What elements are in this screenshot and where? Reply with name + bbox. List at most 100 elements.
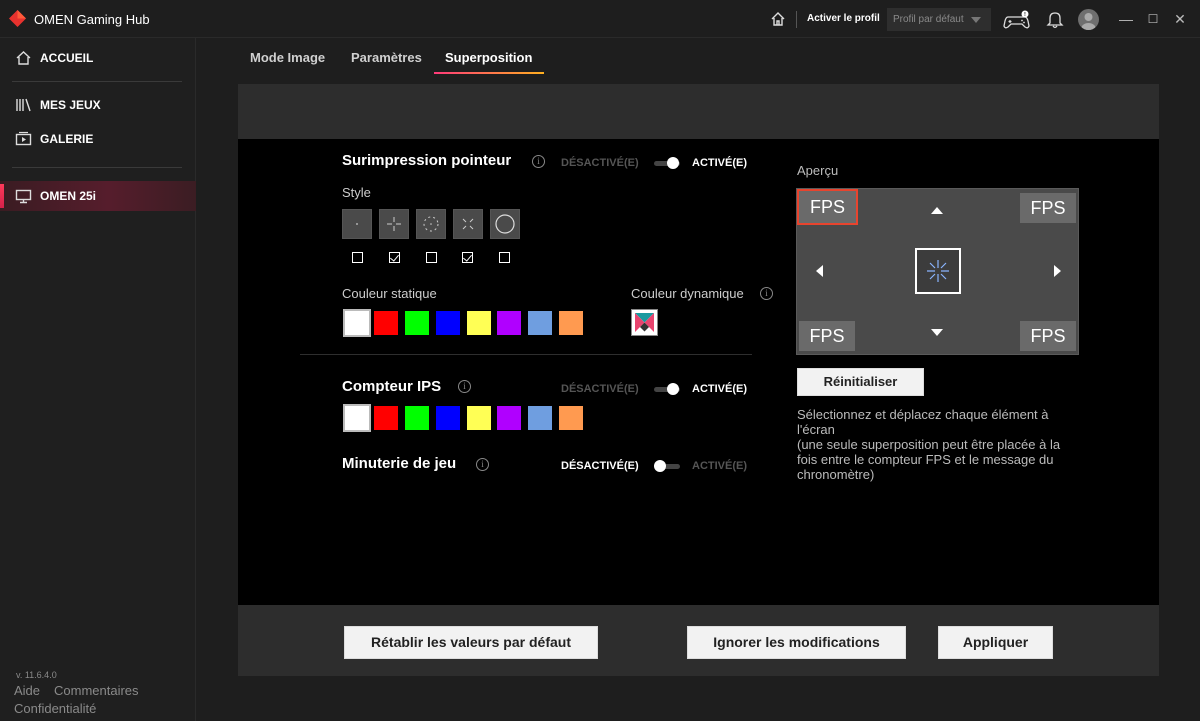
- sidebar-item-mes-jeux[interactable]: MES JEUX: [0, 90, 196, 120]
- activate-profile-button[interactable]: Activer le profil: [807, 13, 880, 24]
- crosshair-color-swatch-1[interactable]: [343, 309, 371, 337]
- profile-select-value: Profil par défaut: [893, 14, 964, 25]
- info-icon[interactable]: i: [532, 155, 545, 168]
- static-color-label: Couleur statique: [342, 286, 437, 301]
- info-icon[interactable]: i: [476, 458, 489, 471]
- crosshair-color-swatch-8[interactable]: [559, 311, 583, 335]
- user-icon: [1081, 13, 1096, 30]
- arrow-right-icon[interactable]: [1054, 265, 1061, 277]
- app-title: OMEN Gaming Hub: [34, 12, 150, 27]
- crosshair-color-swatch-3[interactable]: [405, 311, 429, 335]
- fps-color-swatch-3[interactable]: [405, 406, 429, 430]
- omen-logo-icon: [9, 10, 26, 27]
- tab-active-indicator: [434, 72, 544, 74]
- active-indicator: [0, 184, 4, 208]
- fps-color-swatch-2[interactable]: [374, 406, 398, 430]
- fps-color-swatch-6[interactable]: [497, 406, 521, 430]
- divider: [796, 11, 797, 28]
- crosshair-color-swatch-7[interactable]: [528, 311, 552, 335]
- dynamic-color-label: Couleur dynamique: [631, 286, 744, 301]
- preview-help-text: Sélectionnez et déplacez chaque élément …: [797, 407, 1079, 482]
- apply-button[interactable]: Appliquer: [938, 626, 1053, 659]
- fps-position-top-left[interactable]: FPS: [797, 189, 858, 225]
- crosshair-preview[interactable]: [915, 248, 961, 294]
- chevron-down-icon: [971, 17, 981, 23]
- arrow-down-icon[interactable]: [931, 329, 943, 336]
- fps-position-top-right[interactable]: FPS: [1020, 193, 1076, 223]
- fps-counter-off-label: DÉSACTIVÉ(E): [561, 383, 639, 395]
- style-ring-button[interactable]: [490, 209, 520, 239]
- gamepad-icon[interactable]: !: [1003, 10, 1031, 30]
- sidebar-item-label: MES JEUX: [40, 98, 101, 112]
- crosshair-color-swatch-6[interactable]: [497, 311, 521, 335]
- crosshair-color-swatch-4[interactable]: [436, 311, 460, 335]
- style-x-checkbox[interactable]: [462, 252, 473, 263]
- restore-defaults-button[interactable]: Rétablir les valeurs par défaut: [344, 626, 598, 659]
- close-button[interactable]: ✕: [1171, 10, 1189, 28]
- home-icon[interactable]: [770, 11, 786, 27]
- crosshair-off-label: DÉSACTIVÉ(E): [561, 157, 639, 169]
- crosshair-color-swatch-2[interactable]: [374, 311, 398, 335]
- style-cross-button[interactable]: [379, 209, 409, 239]
- sidebar-item-label: ACCUEIL: [40, 51, 94, 65]
- tab-superposition[interactable]: Superposition: [445, 50, 532, 65]
- version-text: v. 11.6.4.0: [16, 670, 57, 680]
- fps-color-swatch-1[interactable]: [343, 404, 371, 432]
- info-icon[interactable]: i: [760, 287, 773, 300]
- sidebar-item-label: OMEN 25i: [40, 189, 97, 203]
- style-cross-checkbox[interactable]: [389, 252, 400, 263]
- fps-position-bottom-left[interactable]: FPS: [799, 321, 855, 351]
- tab-mode-image[interactable]: Mode Image: [250, 50, 325, 65]
- sidebar-item-accueil[interactable]: ACCUEIL: [0, 43, 196, 73]
- dot-crosshair-icon: [356, 223, 358, 225]
- circle-dot-crosshair-icon: [423, 216, 439, 232]
- reset-button[interactable]: Réinitialiser: [797, 368, 924, 396]
- divider: [12, 81, 182, 82]
- crosshair-title: Surimpression pointeur: [342, 152, 512, 169]
- info-icon[interactable]: i: [458, 380, 471, 393]
- dynamic-color-icon: [635, 313, 654, 332]
- fps-position-bottom-right[interactable]: FPS: [1020, 321, 1076, 351]
- style-x-button[interactable]: [453, 209, 483, 239]
- sidebar-item-omen-25i[interactable]: OMEN 25i: [0, 181, 196, 211]
- fps-color-swatch-4[interactable]: [436, 406, 460, 430]
- crosshair-color-swatch-5[interactable]: [467, 311, 491, 335]
- privacy-link[interactable]: Confidentialité: [14, 701, 96, 716]
- game-timer-toggle[interactable]: [654, 460, 680, 472]
- fps-counter-toggle[interactable]: [654, 383, 680, 395]
- style-circle-dot-checkbox[interactable]: [426, 252, 437, 263]
- tab-parametres[interactable]: Paramètres: [351, 50, 422, 65]
- fps-counter-title: Compteur IPS: [342, 378, 442, 395]
- bell-icon[interactable]: [1046, 10, 1064, 29]
- preview-label: Aperçu: [797, 163, 839, 178]
- sidebar-item-galerie[interactable]: GALERIE: [0, 124, 196, 154]
- comments-link[interactable]: Commentaires: [54, 683, 139, 698]
- help-text: Sélectionnez et déplacez chaque élément …: [797, 407, 1061, 482]
- style-circle-dot-button[interactable]: [416, 209, 446, 239]
- library-icon: [16, 98, 31, 112]
- ignore-changes-button[interactable]: Ignorer les modifications: [687, 626, 906, 659]
- style-dot-button[interactable]: [342, 209, 372, 239]
- game-timer-on-label: ACTIVÉ(E): [692, 460, 747, 472]
- dynamic-color-button[interactable]: [631, 309, 658, 336]
- fps-color-swatch-7[interactable]: [528, 406, 552, 430]
- monitor-icon: [15, 189, 32, 204]
- profile-select[interactable]: Profil par défaut: [887, 8, 991, 31]
- home-icon: [16, 51, 31, 65]
- divider: [300, 354, 752, 355]
- fps-color-swatch-8[interactable]: [559, 406, 583, 430]
- fps-counter-on-label: ACTIVÉ(E): [692, 383, 747, 395]
- style-ring-checkbox[interactable]: [499, 252, 510, 263]
- crosshair-toggle[interactable]: [654, 157, 680, 169]
- maximize-button[interactable]: ☐: [1144, 10, 1162, 28]
- fps-color-swatch-5[interactable]: [467, 406, 491, 430]
- minimize-button[interactable]: —: [1117, 10, 1135, 28]
- avatar[interactable]: [1078, 9, 1099, 30]
- panel-header: [238, 84, 1159, 139]
- style-dot-checkbox[interactable]: [352, 252, 363, 263]
- sidebar-item-label: GALERIE: [40, 132, 94, 146]
- help-link[interactable]: Aide: [14, 683, 40, 698]
- crosshair-on-label: ACTIVÉ(E): [692, 157, 747, 169]
- arrow-left-icon[interactable]: [816, 265, 823, 277]
- arrow-up-icon[interactable]: [931, 207, 943, 214]
